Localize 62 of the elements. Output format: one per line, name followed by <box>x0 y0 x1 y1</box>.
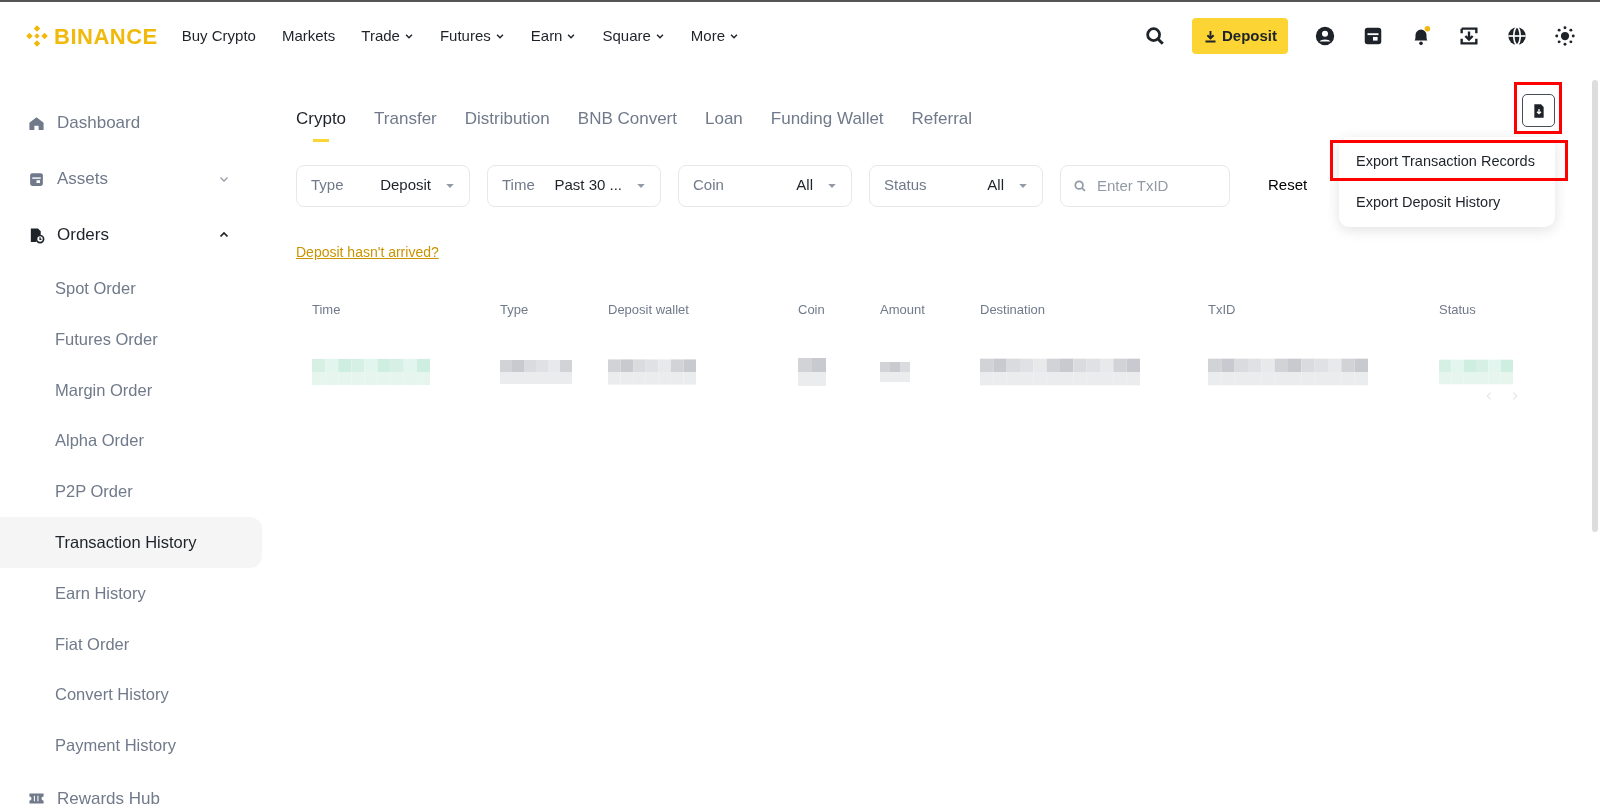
tab[interactable]: BNB Convert <box>577 106 677 142</box>
sidebar-subitem[interactable]: Transaction History <box>0 517 262 568</box>
tab[interactable]: Loan <box>705 106 743 142</box>
scrollbar[interactable] <box>1592 80 1598 532</box>
nav-link[interactable]: Trade <box>361 24 414 48</box>
tab[interactable]: Referral <box>911 106 973 142</box>
nav-link[interactable]: Buy Crypto <box>181 24 256 48</box>
reset-button[interactable]: Reset <box>1262 173 1314 198</box>
sidebar-item[interactable]: Dashboard <box>0 95 262 151</box>
export-button[interactable] <box>1522 94 1555 127</box>
menu-item[interactable]: Export Transaction Records <box>1339 141 1555 182</box>
sidebar-subitem[interactable]: P2P Order <box>0 466 262 517</box>
filter-dropdown[interactable]: Coin All <box>678 164 852 207</box>
sidebar-subitem[interactable]: Earn History <box>0 567 262 619</box>
redacted-text <box>500 357 572 386</box>
sidebar-item[interactable]: Orders <box>0 207 262 263</box>
tab[interactable]: Crypto <box>296 106 347 142</box>
home-icon <box>28 114 45 132</box>
nav-link[interactable]: More <box>690 24 740 48</box>
tab[interactable]: Distribution <box>464 106 550 142</box>
sidebar-subitem[interactable]: Margin Order <box>0 364 262 416</box>
document-clock-icon <box>28 226 45 244</box>
sidebar-subitem[interactable]: Convert History <box>0 669 262 721</box>
search-icon <box>1073 178 1087 193</box>
column-header: Type <box>500 302 529 317</box>
sidebar-subitem[interactable]: Futures Order <box>0 313 262 365</box>
column-header: Amount <box>880 302 925 317</box>
column-header: Destination <box>980 302 1046 317</box>
download-icon <box>1203 28 1218 44</box>
sun-icon[interactable] <box>1554 25 1576 47</box>
sidebar-subitem[interactable]: Payment History <box>0 720 262 771</box>
tab[interactable]: Transfer <box>374 106 437 142</box>
menu-item[interactable]: Export Deposit History <box>1339 182 1555 223</box>
nav-link[interactable]: Futures <box>439 24 505 48</box>
filter-dropdown[interactable]: Status All <box>869 164 1043 207</box>
globe-icon[interactable] <box>1506 25 1528 47</box>
sidebar-subitem[interactable]: Fiat Order <box>0 618 262 670</box>
wallet-icon <box>28 170 45 188</box>
nav-link[interactable]: Earn <box>530 24 577 48</box>
search-field[interactable]: Enter TxID <box>1060 164 1230 207</box>
sidebar-item[interactable]: Assets <box>0 151 262 207</box>
help-link[interactable]: Deposit hasn't arrived? <box>296 243 439 260</box>
column-header: Coin <box>798 302 825 317</box>
column-header: Status <box>1439 302 1476 317</box>
sidebar-subitem[interactable]: Alpha Order <box>0 415 262 467</box>
download-tray-icon[interactable] <box>1458 25 1480 47</box>
diamond-logo-icon <box>24 23 50 49</box>
column-header: Time <box>312 302 341 317</box>
sidebar-subitem[interactable]: Spot Order <box>0 263 262 314</box>
redacted-text <box>798 357 826 386</box>
filter-dropdown[interactable]: Type Deposit <box>296 164 470 207</box>
nav-link[interactable]: Markets <box>281 24 336 48</box>
tab[interactable]: Funding Wallet <box>770 106 884 142</box>
account-icon[interactable] <box>1314 25 1336 47</box>
wallet-icon[interactable] <box>1362 25 1384 47</box>
column-header: Deposit wallet <box>608 302 689 317</box>
deposit-button[interactable]: Deposit <box>1192 17 1288 55</box>
search-icon[interactable] <box>1144 25 1166 47</box>
sidebar-item[interactable]: Rewards Hub <box>0 770 262 810</box>
column-header: TxID <box>1208 302 1236 317</box>
nav-link[interactable]: Square <box>602 24 665 48</box>
filter-dropdown[interactable]: Time Past 30 ... <box>487 164 661 207</box>
